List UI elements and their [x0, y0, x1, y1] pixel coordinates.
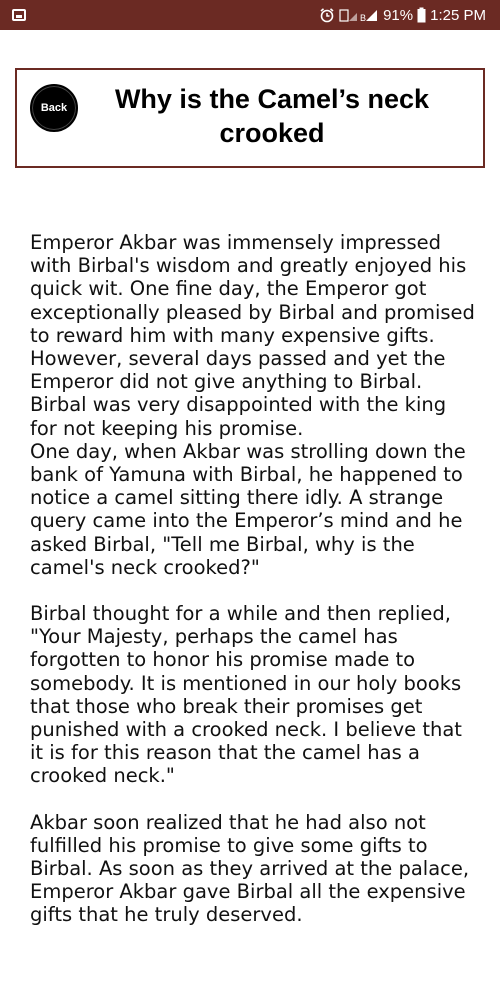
svg-text:B: B [360, 13, 366, 23]
battery-percent: 91% [383, 6, 414, 24]
signal-icon: B [339, 9, 378, 23]
story-paragraph: Emperor Akbar was immensely impressed wi… [30, 231, 475, 579]
status-icons: B 91% 1:25 PM [319, 7, 486, 24]
story-paragraph: Akbar soon realized that he had also not… [30, 810, 470, 927]
page-title: Why is the Camel’s neck crooked [114, 84, 430, 148]
header-box: Back Why is the Camel’s neck crooked [15, 68, 485, 168]
clock: 1:25 PM [430, 6, 486, 24]
back-button[interactable]: Back [30, 84, 78, 132]
story-paragraph: Birbal thought for a while and then repl… [30, 602, 462, 788]
gallery-icon [12, 9, 26, 21]
status-bar: B 91% 1:25 PM [0, 0, 500, 30]
story-text: Emperor Akbar was immensely impressed wi… [30, 231, 475, 927]
battery-icon [417, 7, 426, 23]
alarm-icon [320, 8, 334, 23]
